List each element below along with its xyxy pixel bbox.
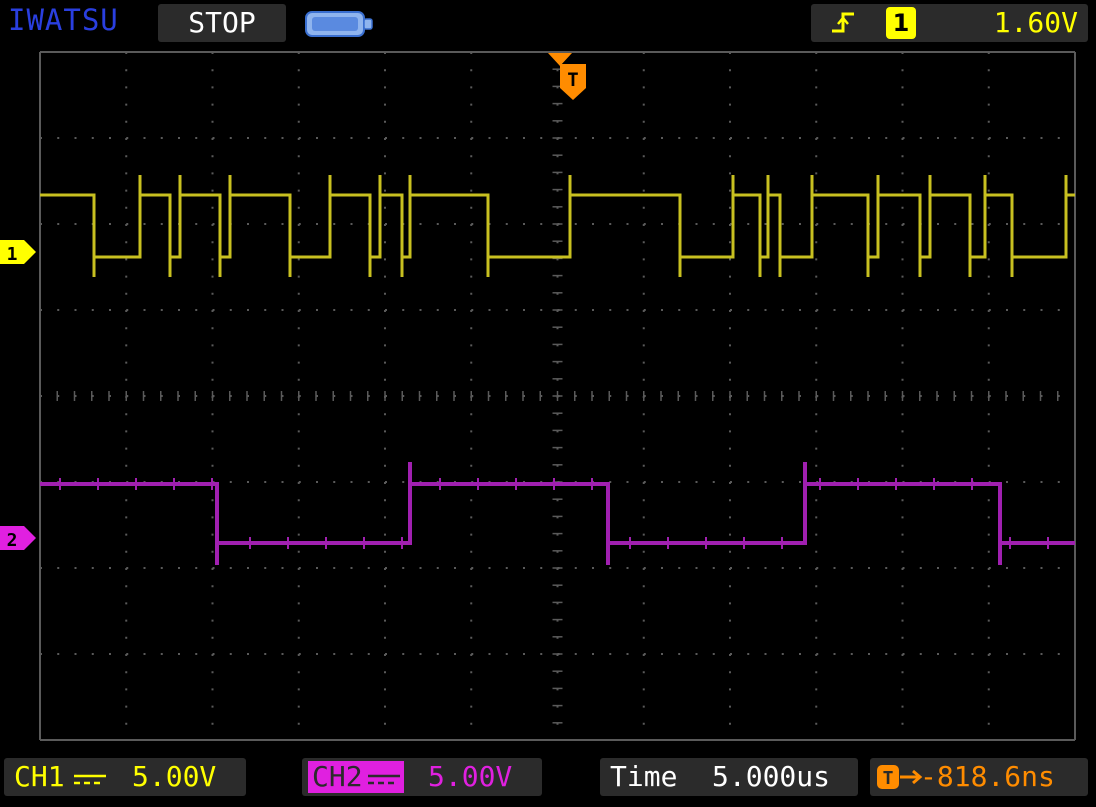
trigger-offset-icon: T (877, 765, 923, 789)
ch2-volts-per-div: 5.00V (428, 760, 513, 793)
ch2-level-marker[interactable]: 2 (0, 526, 36, 551)
ch1-level-marker[interactable]: 1 (0, 240, 36, 265)
ch2-settings[interactable]: CH2 5.00V (302, 758, 542, 796)
svg-text:T: T (883, 768, 894, 789)
timebase-settings[interactable]: Time 5.000us (600, 758, 858, 796)
trigger-offset-settings[interactable]: T -818.6ns (870, 758, 1088, 796)
ch1-marker-label: 1 (7, 244, 18, 265)
ch2-glitches (59, 462, 1049, 565)
waveform-display[interactable]: T 1 2 (0, 0, 1096, 807)
ch2-label: CH2 (312, 760, 363, 793)
graticule (39, 51, 1076, 741)
dc-coupling-icon (368, 774, 400, 785)
timebase-value: 5.000us (712, 760, 831, 793)
trigger-marker-label: T (567, 69, 578, 91)
trigger-offset-value: -818.6ns (920, 760, 1055, 793)
ch1-settings[interactable]: CH1 5.00V (4, 758, 246, 796)
ch1-volts-per-div: 5.00V (132, 760, 217, 793)
trigger-position-marker[interactable]: T (548, 53, 586, 100)
dc-coupling-icon (74, 774, 106, 785)
timebase-label: Time (610, 760, 678, 793)
ch2-marker-label: 2 (7, 530, 18, 551)
ch1-label: CH1 (14, 760, 65, 793)
